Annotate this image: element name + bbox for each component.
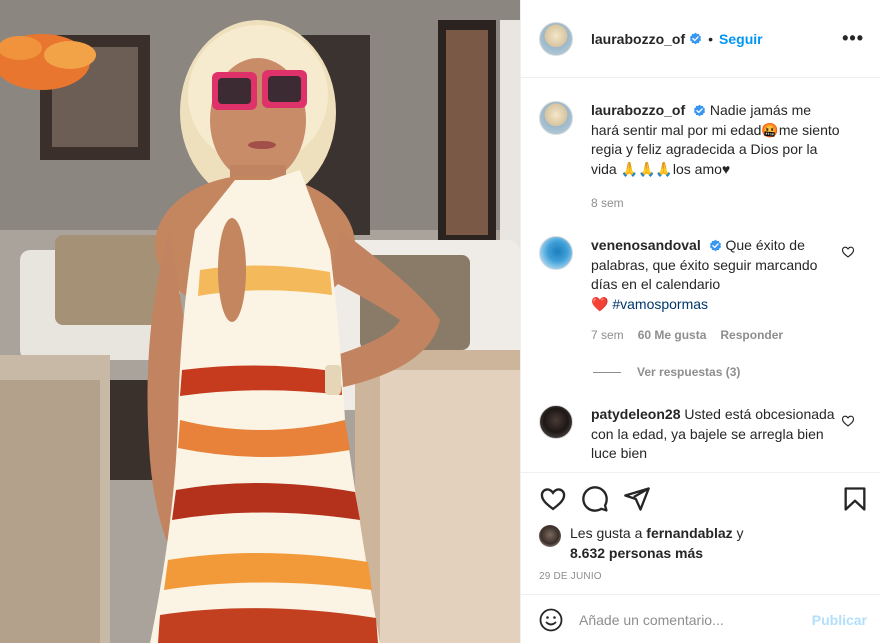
caption-item: laurabozzo_of Nadie jamás me hará sentir… [521, 101, 880, 214]
comment-input[interactable] [579, 611, 812, 628]
post-photo[interactable] [0, 0, 520, 643]
header-separator: • [708, 30, 714, 47]
liker-avatar[interactable] [539, 525, 561, 547]
comment-body: venenosandoval Que éxito de palabras, qu… [591, 236, 841, 346]
post-header: laurabozzo_of • Seguir ••• [521, 0, 880, 78]
likes-prefix: Les gusta a [570, 525, 643, 541]
reply-button[interactable]: Responder [720, 326, 783, 346]
caption-username[interactable]: laurabozzo_of [591, 102, 685, 118]
heart-icon[interactable] [841, 414, 855, 428]
likes-text: Les gusta a fernandablaz y 8.632 persona… [570, 523, 744, 563]
add-comment-bar: Publicar [521, 594, 880, 643]
view-replies-label: Ver respuestas (3) [637, 365, 741, 379]
comment-time[interactable]: 7 sem [591, 326, 624, 346]
caption-body: laurabozzo_of Nadie jamás me hará sentir… [591, 101, 841, 214]
comments-list[interactable]: laurabozzo_of Nadie jamás me hará sentir… [521, 79, 880, 472]
comment-username[interactable]: venenosandoval [591, 237, 701, 253]
post-actions: Les gusta a fernandablaz y 8.632 persona… [521, 472, 880, 643]
comment-likes-count[interactable]: 60 Me gusta [638, 326, 707, 346]
view-replies-line [593, 371, 621, 373]
comment-author-avatar[interactable] [539, 405, 573, 439]
hashtag-link[interactable]: #vamospormas [612, 296, 708, 312]
author-avatar[interactable] [539, 21, 573, 56]
likes-summary: Les gusta a fernandablaz y 8.632 persona… [539, 523, 744, 563]
red-heart-emoji: ❤️ [591, 295, 609, 312]
heart-icon[interactable] [841, 245, 855, 259]
view-replies-button[interactable]: Ver respuestas (3) [593, 365, 740, 379]
comment-body: patydeleon28 Usted está obcesionada con … [591, 405, 841, 464]
caption-time[interactable]: 8 sem [591, 194, 624, 214]
author-username[interactable]: laurabozzo_of [591, 31, 685, 47]
comment-icon[interactable] [581, 485, 609, 513]
publish-button[interactable]: Publicar [812, 612, 867, 628]
post-date[interactable]: 29 DE JUNIO [539, 571, 602, 582]
bookmark-icon[interactable] [841, 485, 869, 513]
verified-badge-icon [690, 32, 702, 45]
follow-button[interactable]: Seguir [719, 31, 763, 47]
likes-connector: y [736, 525, 744, 541]
post-photo-illustration [0, 0, 520, 643]
share-icon[interactable] [623, 485, 651, 513]
likes-others-count[interactable]: 8.632 personas más [570, 545, 703, 561]
liker-username[interactable]: fernandablaz [646, 525, 732, 541]
comment-author-avatar[interactable] [539, 236, 573, 270]
verified-badge-icon [709, 239, 721, 252]
comment-item: venenosandoval Que éxito de palabras, qu… [521, 236, 880, 346]
comment-username[interactable]: patydeleon28 [591, 406, 680, 422]
action-icons-bar [537, 485, 869, 515]
post-details-panel: laurabozzo_of • Seguir ••• laurabozzo_of… [520, 0, 880, 643]
heart-icon[interactable] [539, 485, 567, 513]
comment-item: patydeleon28 Usted está obcesionada con … [521, 405, 880, 464]
verified-badge-icon [693, 104, 706, 117]
caption-author-avatar[interactable] [539, 101, 573, 135]
emoji-icon[interactable] [539, 608, 563, 632]
more-options-button[interactable]: ••• [842, 28, 864, 49]
